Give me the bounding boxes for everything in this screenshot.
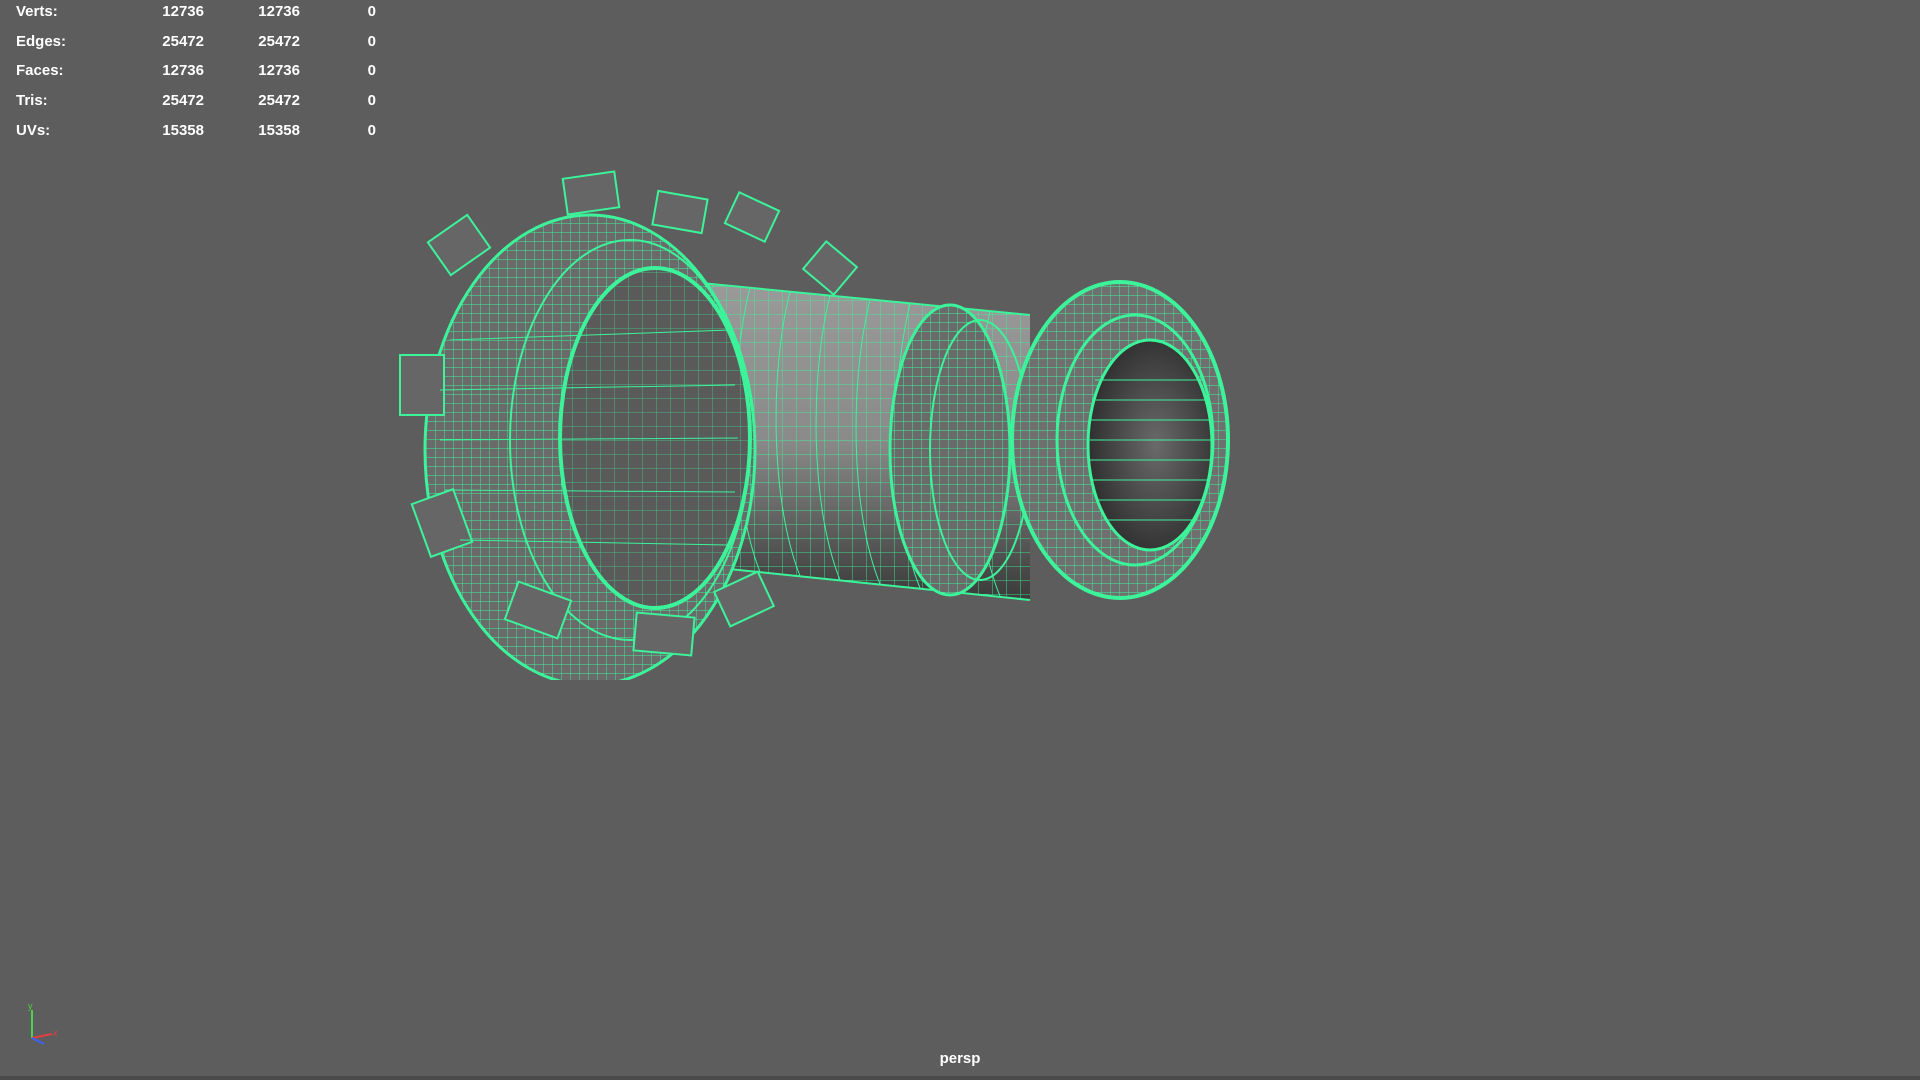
- hud-value: 12736: [258, 62, 300, 80]
- hud-value: 0: [367, 62, 376, 80]
- hud-value: 12736: [258, 3, 300, 20]
- axis-gizmo-icon: y x: [28, 1001, 58, 1045]
- hud-value: 25472: [258, 32, 300, 50]
- wireframe-model[interactable]: [390, 160, 1270, 680]
- hud-label: Faces:: [16, 62, 64, 80]
- hud-value: 25472: [258, 92, 300, 110]
- hud-value: 25472: [162, 32, 204, 50]
- hud-value: 15358: [162, 121, 204, 139]
- perspective-viewport[interactable]: Verts: 12736 12736 0 Edges: 25472 25472 …: [0, 0, 1920, 1080]
- hud-value: 0: [367, 121, 376, 139]
- hud-label: UVs:: [16, 121, 51, 139]
- hud-value: 0: [367, 32, 376, 50]
- hud-label: Tris:: [16, 92, 48, 110]
- hud-value: 15358: [258, 121, 300, 139]
- hud-label: Verts:: [16, 3, 58, 20]
- hud-label: Edges:: [16, 32, 67, 50]
- viewport-bottom-border: [0, 1076, 1920, 1080]
- hud-value: 12736: [162, 3, 204, 20]
- hud-value: 25472: [162, 92, 204, 110]
- hud-value: 12736: [162, 62, 204, 80]
- svg-text:x: x: [53, 1028, 58, 1038]
- hud-value: 0: [367, 3, 376, 20]
- camera-label: persp: [939, 1050, 981, 1067]
- hud-value: 0: [367, 92, 376, 110]
- svg-text:y: y: [28, 1001, 33, 1011]
- muzzle: [888, 280, 1230, 600]
